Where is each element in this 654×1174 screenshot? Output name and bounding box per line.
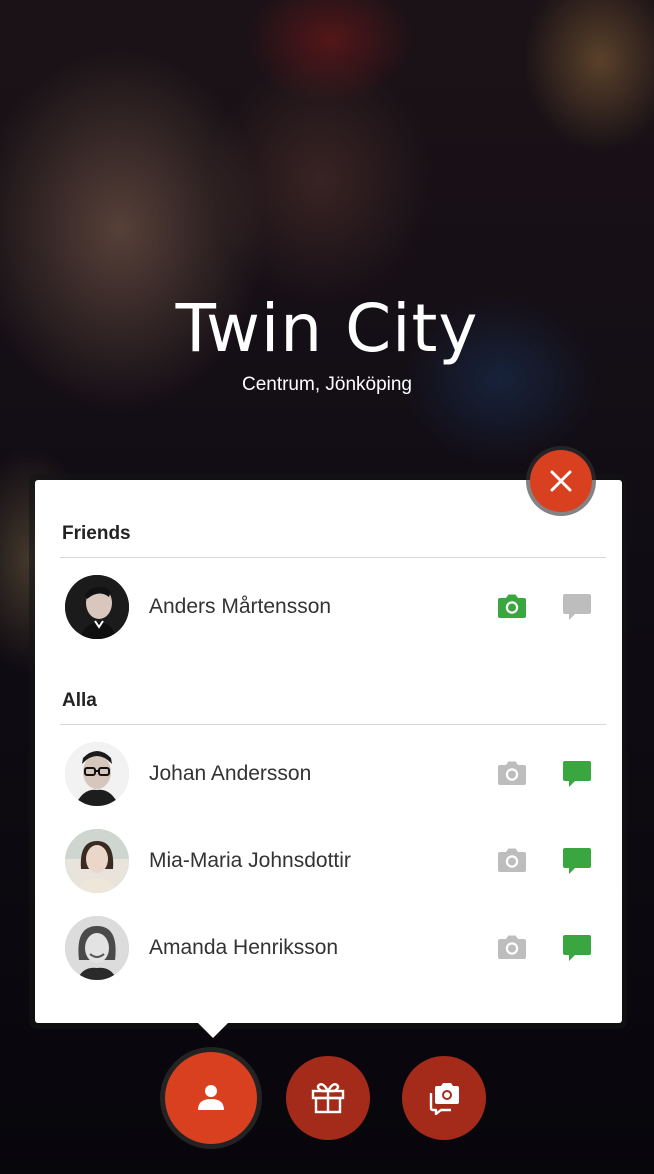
- chat-bubble-icon[interactable]: [562, 846, 592, 876]
- photo-chat-button[interactable]: [402, 1056, 486, 1140]
- person-name: Anders Mårtensson: [149, 595, 332, 618]
- avatar: [65, 916, 129, 980]
- list-item-johan[interactable]: Johan Andersson: [35, 740, 622, 810]
- venue-title: Twin City: [175, 290, 479, 367]
- gift-icon: [311, 1083, 345, 1114]
- close-button[interactable]: [530, 450, 592, 512]
- list-item-anders[interactable]: Anders Mårtensson: [35, 573, 622, 643]
- all-divider: [60, 724, 606, 725]
- avatar: [65, 575, 129, 639]
- person-name: Mia-Maria Johnsdottir: [149, 849, 351, 872]
- all-header: Alla: [62, 690, 97, 711]
- close-icon: [550, 470, 572, 492]
- people-button[interactable]: [165, 1052, 257, 1144]
- chat-bubble-icon[interactable]: [562, 759, 592, 789]
- person-name: Johan Andersson: [149, 762, 312, 785]
- avatar: [65, 742, 129, 806]
- photo-chat-icon: [429, 1083, 459, 1115]
- friends-header: Friends: [62, 523, 131, 544]
- camera-icon[interactable]: [497, 933, 527, 961]
- gift-button[interactable]: [286, 1056, 370, 1140]
- list-item-amanda[interactable]: Amanda Henriksson: [35, 914, 622, 984]
- camera-icon[interactable]: [497, 846, 527, 874]
- list-item-mia-maria[interactable]: Mia-Maria Johnsdottir: [35, 827, 622, 897]
- camera-icon[interactable]: [497, 759, 527, 787]
- avatar: [65, 829, 129, 893]
- chat-bubble-icon[interactable]: [562, 933, 592, 963]
- card-pointer: [196, 1021, 230, 1038]
- people-card: Friends Anders Mårtensson Alla Johan And…: [35, 480, 622, 1023]
- venue-location: Centrum, Jönköping: [241, 374, 413, 395]
- friends-divider: [60, 557, 606, 558]
- chat-bubble-icon[interactable]: [562, 592, 592, 622]
- person-icon: [198, 1085, 224, 1110]
- camera-icon[interactable]: [497, 592, 527, 620]
- person-name: Amanda Henriksson: [149, 936, 339, 959]
